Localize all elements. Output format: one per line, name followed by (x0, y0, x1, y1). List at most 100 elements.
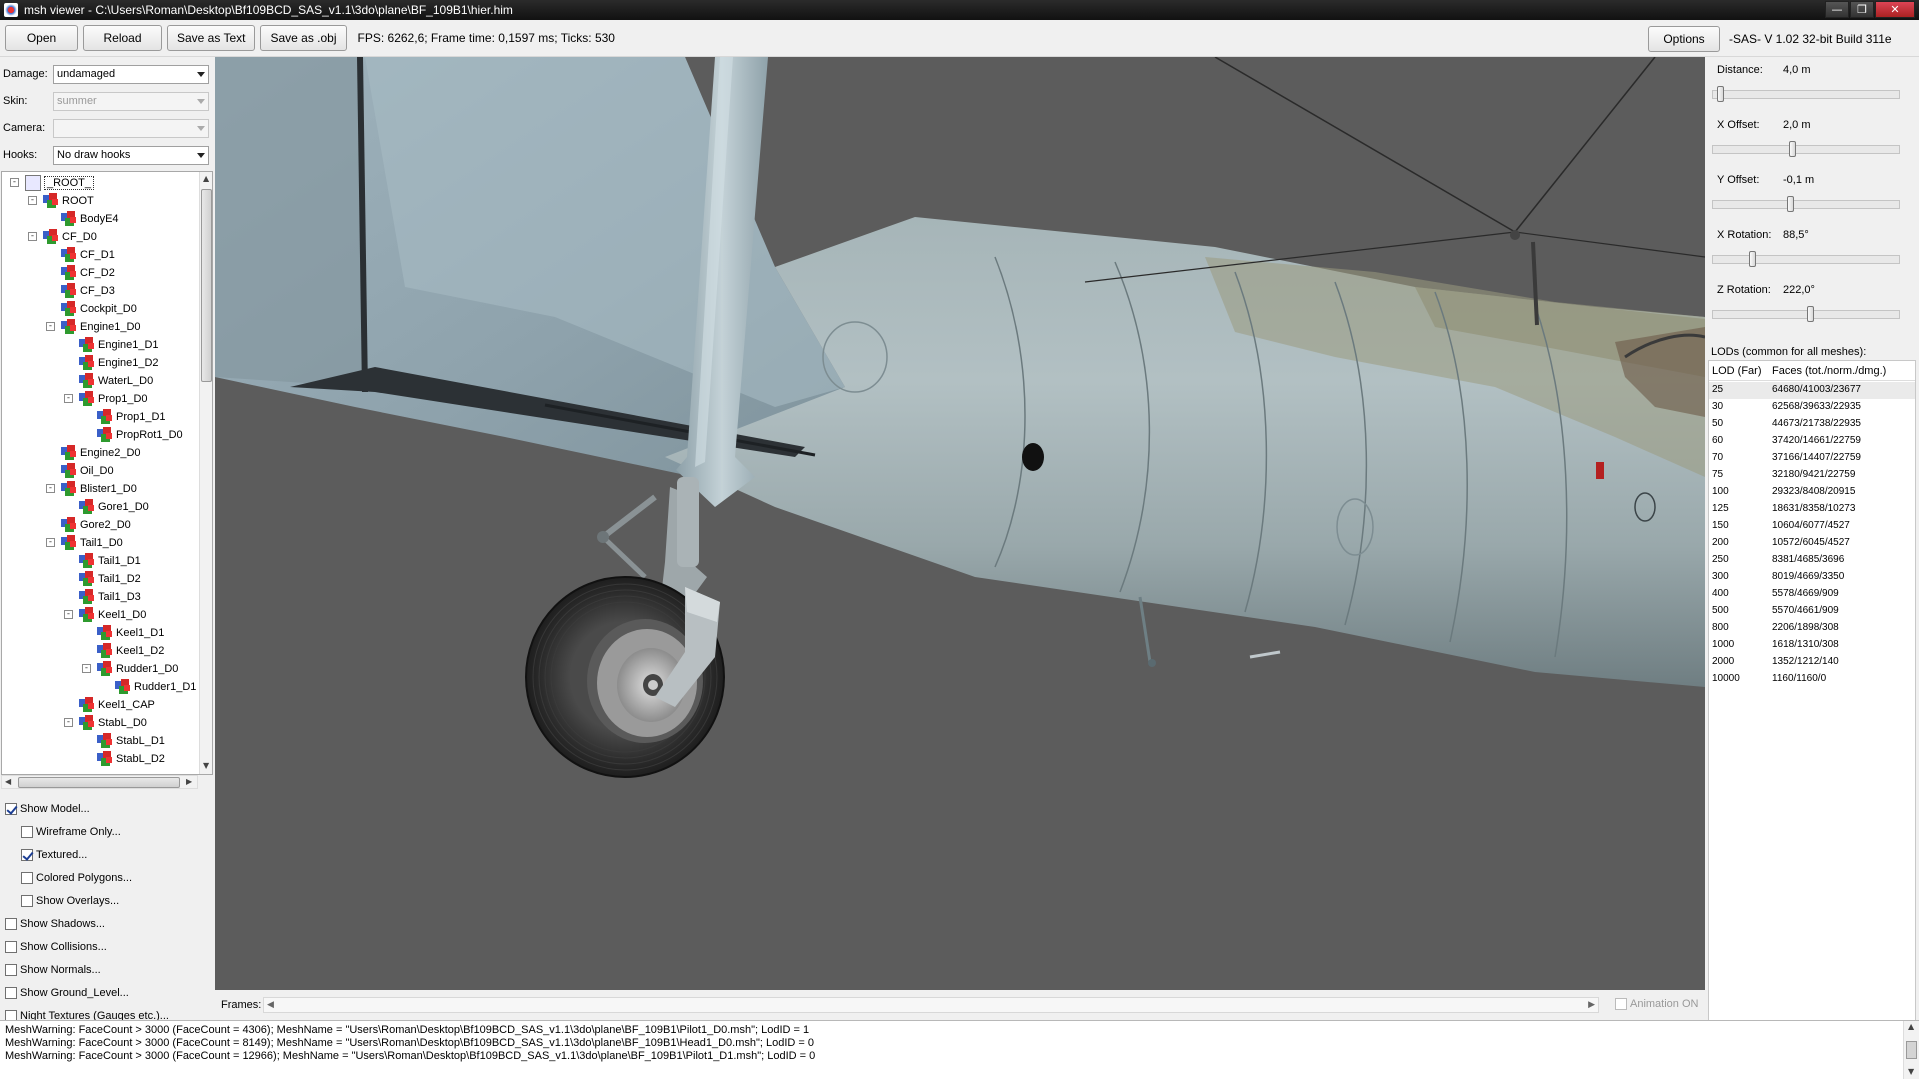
tree-vertical-scrollbar[interactable]: ▲ ▼ (199, 172, 212, 774)
scroll-down-icon[interactable]: ▼ (203, 761, 209, 770)
minimize-button[interactable]: — (1825, 1, 1849, 18)
save-as-obj-button[interactable]: Save as .obj (260, 25, 347, 51)
lod-row[interactable]: 1000 1618/1310/308 (1709, 637, 1915, 654)
checkbox[interactable] (5, 918, 17, 930)
options-button[interactable]: Options (1648, 26, 1720, 52)
lod-row[interactable]: 100 29323/8408/20915 (1709, 484, 1915, 501)
scroll-up-icon[interactable]: ▲ (1908, 1022, 1914, 1031)
tree-node[interactable]: - ROOT (28, 192, 94, 210)
tree-node[interactable]: - Prop1_D0 (64, 390, 148, 408)
collapse-toggle-icon[interactable]: - (46, 484, 55, 493)
collapse-toggle-icon[interactable]: - (46, 322, 55, 331)
chevron-left-icon[interactable]: ◀ (267, 999, 274, 1010)
tree-node[interactable]: WaterL_D0 (79, 372, 153, 390)
animation-checkbox[interactable] (1615, 998, 1627, 1010)
collapse-toggle-icon[interactable]: - (82, 664, 91, 673)
checkbox[interactable] (21, 872, 33, 884)
tree-scroll-thumb[interactable] (201, 189, 212, 382)
tree-node[interactable]: Keel1_CAP (79, 696, 155, 714)
tree-node[interactable]: Engine1_D2 (79, 354, 159, 372)
param-slider[interactable] (1712, 86, 1900, 102)
lod-row[interactable]: 400 5578/4669/909 (1709, 586, 1915, 603)
lod-row[interactable]: 250 8381/4685/3696 (1709, 552, 1915, 569)
scroll-down-icon[interactable]: ▼ (1908, 1067, 1914, 1076)
slider-thumb[interactable] (1749, 251, 1756, 267)
param-slider[interactable] (1712, 141, 1900, 157)
tree-node[interactable]: - Tail1_D0 (46, 534, 123, 552)
checkbox[interactable] (5, 941, 17, 953)
chevron-right-icon[interactable]: ▶ (1588, 999, 1595, 1010)
option-show-collisions[interactable]: Show Collisions... (5, 938, 107, 956)
scroll-up-icon[interactable]: ▲ (203, 174, 209, 183)
lod-row[interactable]: 150 10604/6077/4527 (1709, 518, 1915, 535)
collapse-toggle-icon[interactable]: - (64, 610, 73, 619)
tree-hscroll-thumb[interactable] (18, 777, 180, 788)
collapse-toggle-icon[interactable]: - (64, 394, 73, 403)
option-wireframe-only[interactable]: Wireframe Only... (21, 823, 121, 841)
tree-node[interactable]: Gore2_D0 (61, 516, 131, 534)
maximize-button[interactable]: ❐ (1850, 1, 1874, 18)
option-colored-polygons[interactable]: Colored Polygons... (21, 869, 132, 887)
lod-row[interactable]: 75 32180/9421/22759 (1709, 467, 1915, 484)
slider-thumb[interactable] (1789, 141, 1796, 157)
log-scroll-thumb[interactable] (1906, 1041, 1917, 1059)
checkbox[interactable] (21, 826, 33, 838)
camera-select[interactable] (53, 118, 209, 138)
tree-node[interactable]: - _ROOT_ (10, 174, 95, 192)
scroll-right-icon[interactable]: ▶ (186, 777, 192, 786)
damage-select[interactable]: undamaged (53, 64, 209, 84)
lod-row[interactable]: 70 37166/14407/22759 (1709, 450, 1915, 467)
option-show-normals[interactable]: Show Normals... (5, 961, 101, 979)
option-show-model[interactable]: Show Model... (5, 800, 90, 818)
tree-node[interactable]: - Rudder1_D0 (82, 660, 178, 678)
frames-slider[interactable]: ◀ ▶ (263, 997, 1599, 1013)
slider-thumb[interactable] (1717, 86, 1724, 102)
checkbox[interactable] (5, 987, 17, 999)
param-slider[interactable] (1712, 196, 1900, 212)
lod-row[interactable]: 2000 1352/1212/140 (1709, 654, 1915, 671)
param-slider[interactable] (1712, 306, 1900, 322)
tree-node[interactable]: Prop1_D1 (97, 408, 166, 426)
tree-node[interactable]: - Keel1_D0 (64, 606, 146, 624)
tree-node[interactable]: Rudder1_D1 (115, 678, 196, 696)
tree-node[interactable]: Engine2_D0 (61, 444, 141, 462)
tree-node[interactable]: Oil_D0 (61, 462, 114, 480)
log-scrollbar[interactable]: ▲ ▼ (1903, 1021, 1919, 1079)
tree-node[interactable]: StabL_D1 (97, 732, 165, 750)
tree-node[interactable]: Tail1_D2 (79, 570, 141, 588)
tree-node[interactable]: - Blister1_D0 (46, 480, 137, 498)
lod-row[interactable]: 125 18631/8358/10273 (1709, 501, 1915, 518)
lod-row[interactable]: 30 62568/39633/22935 (1709, 399, 1915, 416)
mesh-tree[interactable]: - _ROOT_ - ROOT BodyE4- CF_D0 CF_D1 CF_D2 CF_D3 C… (1, 171, 213, 775)
tree-node[interactable]: StabL_D2 (97, 750, 165, 768)
lod-row[interactable]: 50 44673/21738/22935 (1709, 416, 1915, 433)
collapse-toggle-icon[interactable]: - (28, 196, 37, 205)
tree-node[interactable]: Engine1_D1 (79, 336, 159, 354)
tree-node[interactable]: CF_D2 (61, 264, 115, 282)
tree-node[interactable]: Keel1_D2 (97, 642, 164, 660)
tree-node[interactable]: Tail1_D1 (79, 552, 141, 570)
lod-row[interactable]: 25 64680/41003/23677 (1709, 382, 1915, 399)
collapse-toggle-icon[interactable]: - (46, 538, 55, 547)
tree-node[interactable]: CF_D1 (61, 246, 115, 264)
tree-node[interactable]: Keel1_D1 (97, 624, 164, 642)
collapse-toggle-icon[interactable]: - (28, 232, 37, 241)
lod-row[interactable]: 10000 1160/1160/0 (1709, 671, 1915, 688)
tree-node[interactable]: CF_D3 (61, 282, 115, 300)
slider-thumb[interactable] (1807, 306, 1814, 322)
tree-node[interactable]: PropRot1_D0 (97, 426, 183, 444)
slider-thumb[interactable] (1787, 196, 1794, 212)
tree-node[interactable]: BodyE4 (61, 210, 119, 228)
checkbox[interactable] (5, 803, 17, 815)
lod-row[interactable]: 200 10572/6045/4527 (1709, 535, 1915, 552)
collapse-toggle-icon[interactable]: - (64, 718, 73, 727)
tree-node[interactable]: Tail1_D3 (79, 588, 141, 606)
option-show-shadows[interactable]: Show Shadows... (5, 915, 105, 933)
reload-button[interactable]: Reload (83, 25, 162, 51)
3d-viewport[interactable] (215, 57, 1705, 990)
lod-row[interactable]: 500 5570/4661/909 (1709, 603, 1915, 620)
tree-node[interactable]: Cockpit_D0 (61, 300, 137, 318)
lod-table[interactable]: LOD (Far) Faces (tot./norm./dmg.) 25 6468… (1708, 360, 1916, 1072)
skin-select[interactable]: summer (53, 91, 209, 111)
lod-row[interactable]: 300 8019/4669/3350 (1709, 569, 1915, 586)
